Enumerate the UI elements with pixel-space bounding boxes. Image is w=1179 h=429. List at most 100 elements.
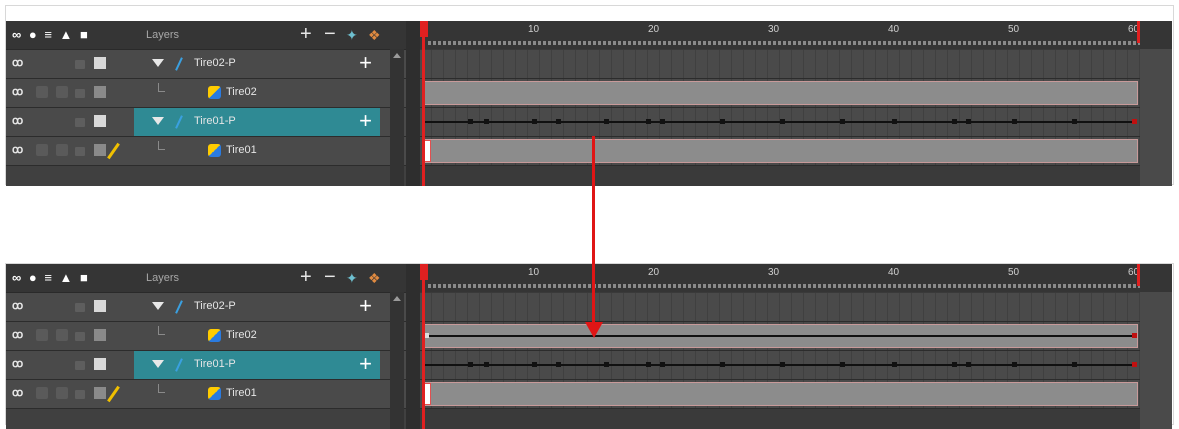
keyframe[interactable]	[604, 362, 609, 367]
end-marker[interactable]	[1137, 264, 1140, 286]
color-swatch[interactable]	[94, 387, 106, 399]
synced-icon[interactable]	[56, 387, 68, 399]
exposure-block[interactable]	[422, 81, 1138, 105]
empty-cells[interactable]	[420, 50, 1140, 78]
keyframe[interactable]	[720, 362, 725, 367]
layer-row[interactable]: ꝏ Tire02	[6, 79, 406, 108]
layer-name-cell[interactable]: Tire02-P +	[134, 293, 380, 321]
color-swatch[interactable]	[94, 115, 106, 127]
layer-name-cell[interactable]: Tire02-P +	[134, 50, 380, 78]
playhead[interactable]	[422, 264, 425, 429]
end-keyframe[interactable]	[1132, 119, 1137, 124]
synced-icon[interactable]	[56, 144, 68, 156]
timeline-row[interactable]	[420, 380, 1172, 409]
lock-icon[interactable]	[75, 89, 85, 98]
keyframe[interactable]	[660, 119, 665, 124]
keyframe[interactable]	[1012, 119, 1017, 124]
keyframe[interactable]	[892, 119, 897, 124]
color-swatch[interactable]	[94, 300, 106, 312]
empty-cells[interactable]	[420, 293, 1140, 321]
lock-icon[interactable]	[75, 332, 85, 341]
keyframe[interactable]	[892, 362, 897, 367]
exposure-block[interactable]	[422, 139, 1138, 163]
color-swatch[interactable]	[94, 144, 106, 156]
scroll-up-icon[interactable]	[393, 296, 401, 301]
expand-triangle-icon[interactable]	[152, 302, 164, 310]
add-peg-icon[interactable]: ✦	[346, 270, 358, 287]
keyframe[interactable]	[966, 119, 971, 124]
expand-triangle-icon[interactable]	[152, 360, 164, 368]
color-swatch[interactable]	[94, 86, 106, 98]
end-keyframe[interactable]	[1132, 362, 1137, 367]
lock-icon[interactable]	[75, 390, 85, 399]
timeline-row[interactable]	[420, 351, 1172, 380]
add-peg-icon[interactable]: ✦	[346, 27, 358, 44]
exposure-block[interactable]	[422, 382, 1138, 406]
keyframe[interactable]	[646, 362, 651, 367]
keyframe[interactable]	[952, 119, 957, 124]
pane-divider[interactable]	[406, 21, 420, 186]
keyframe[interactable]	[1012, 362, 1017, 367]
layer-name-cell[interactable]: Tire02	[134, 79, 380, 107]
add-layer-icon[interactable]: +	[300, 266, 312, 289]
pane-divider[interactable]	[406, 264, 420, 429]
keyframe[interactable]	[484, 362, 489, 367]
keyframe[interactable]	[1072, 362, 1077, 367]
header-toggle-icons[interactable]: ∞ ● ≡ ▲ ■	[12, 27, 90, 42]
layer-name-cell[interactable]: Tire01-P +	[134, 351, 380, 379]
keyframe[interactable]	[468, 362, 473, 367]
frame-ruler[interactable]: 10 20 30 40 50 60	[420, 21, 1172, 49]
add-child-icon[interactable]: +	[359, 110, 372, 132]
add-child-icon[interactable]: +	[359, 295, 372, 317]
add-child-icon[interactable]: +	[359, 353, 372, 375]
keyframe[interactable]	[952, 362, 957, 367]
keyframe[interactable]	[780, 362, 785, 367]
layer-properties-icon[interactable]: ❖	[368, 27, 381, 44]
solo-icon[interactable]	[36, 86, 48, 98]
lock-icon[interactable]	[75, 147, 85, 156]
layer-row-selected[interactable]: ꝏ Tire01-P +	[6, 351, 406, 380]
keyframe[interactable]	[484, 119, 489, 124]
solo-icon[interactable]	[36, 329, 48, 341]
layer-row[interactable]: ꝏ Tire02-P +	[6, 293, 406, 322]
layer-properties-icon[interactable]: ❖	[368, 270, 381, 287]
keyframe[interactable]	[966, 362, 971, 367]
lock-icon[interactable]	[75, 60, 85, 69]
solo-icon[interactable]	[36, 144, 48, 156]
keyframe[interactable]	[1072, 119, 1077, 124]
playhead[interactable]	[422, 21, 425, 186]
layer-row[interactable]: ꝏ Tire02	[6, 322, 406, 351]
layer-name-cell[interactable]: Tire01	[134, 137, 380, 165]
color-swatch[interactable]	[94, 57, 106, 69]
frame-ruler[interactable]: 10 20 30 40 50 60	[420, 264, 1172, 292]
synced-icon[interactable]	[56, 86, 68, 98]
layers-scrollbar[interactable]	[390, 292, 404, 429]
keyframe[interactable]	[556, 119, 561, 124]
lock-icon[interactable]	[75, 361, 85, 370]
header-toggle-icons[interactable]: ∞ ● ≡ ▲ ■	[12, 270, 90, 285]
timeline-row[interactable]	[420, 50, 1172, 79]
layer-row-selected[interactable]: ꝏ Tire01-P +	[6, 108, 406, 137]
visibility-icon[interactable]: ꝏ	[12, 328, 30, 342]
keyframe[interactable]	[660, 362, 665, 367]
add-child-icon[interactable]: +	[359, 52, 372, 74]
layer-row[interactable]: ꝏ Tire01	[6, 380, 406, 409]
end-marker[interactable]	[1137, 21, 1140, 43]
scroll-up-icon[interactable]	[393, 53, 401, 58]
visibility-icon[interactable]: ꝏ	[12, 299, 30, 313]
remove-layer-icon[interactable]: −	[324, 266, 336, 289]
solo-icon[interactable]	[36, 387, 48, 399]
visibility-icon[interactable]: ꝏ	[12, 114, 30, 128]
color-swatch[interactable]	[94, 329, 106, 341]
lock-icon[interactable]	[75, 303, 85, 312]
layer-row[interactable]: ꝏ Tire01	[6, 137, 406, 166]
visibility-icon[interactable]: ꝏ	[12, 386, 30, 400]
synced-icon[interactable]	[56, 329, 68, 341]
keyframe[interactable]	[468, 119, 473, 124]
playhead-handle[interactable]	[420, 264, 428, 280]
keyframe[interactable]	[604, 119, 609, 124]
keyframe[interactable]	[840, 119, 845, 124]
timeline-row[interactable]	[420, 79, 1172, 108]
end-keyframe[interactable]	[1132, 333, 1137, 338]
keyframe[interactable]	[532, 362, 537, 367]
